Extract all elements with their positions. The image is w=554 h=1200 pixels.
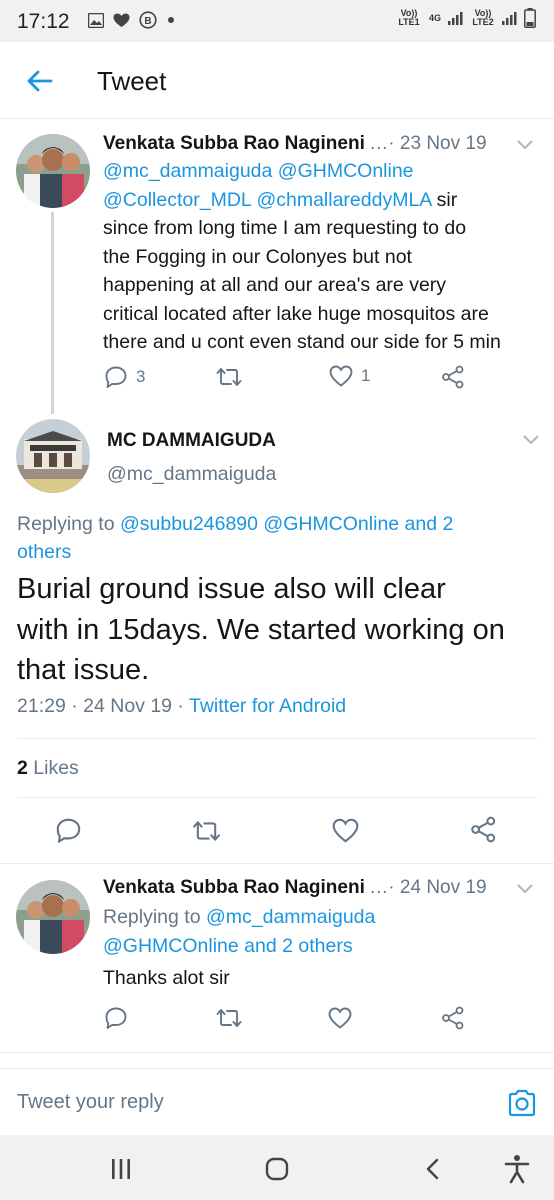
replying-prefix: Replying to [17, 513, 120, 535]
signal-icon-2 [502, 12, 517, 25]
share-button[interactable] [441, 365, 465, 389]
tweet-text: Thanks alot sir [103, 967, 230, 989]
sim2-label: Vo)) LTE2 [472, 8, 494, 27]
replying-mentions-cont[interactable]: others [17, 538, 542, 566]
header: Tweet [0, 42, 554, 119]
accessibility-icon[interactable] [504, 1154, 530, 1184]
text-line: with in 15days. We started working on [17, 613, 505, 646]
share-icon[interactable] [441, 1006, 465, 1030]
tweet-text: @mc_dammaiguda @GHMCOnline @Collector_MD… [103, 157, 543, 357]
reply-input[interactable]: Tweet your reply [17, 1091, 164, 1114]
author-name[interactable]: Venkata Subba Rao Nagineni [103, 133, 365, 154]
text-line: there and u cont even stand our side for… [103, 331, 501, 353]
reply-icon [105, 366, 127, 388]
heart-icon[interactable] [332, 818, 359, 843]
name-ellipsis: … [369, 877, 389, 898]
likes-label: Likes [27, 757, 79, 779]
status-bar: 17:12 B Vo)) LTE1 4G Vo)) LTE2 [0, 0, 554, 42]
replying-prefix: Replying to [103, 906, 206, 928]
battery-icon [524, 8, 536, 28]
bitmoji-icon: B [139, 11, 157, 29]
home-icon[interactable] [265, 1157, 289, 1181]
tweet-meta: 21:29 · 24 Nov 19 · Twitter for Android [17, 695, 346, 718]
avatar[interactable] [16, 134, 90, 208]
replying-mentions-cont[interactable]: @GHMCOnline and 2 others [103, 932, 543, 961]
system-navbar [0, 1135, 554, 1200]
back-icon[interactable] [423, 1157, 441, 1181]
text-fragment: sir [431, 188, 458, 211]
likes-summary[interactable]: 2 Likes [17, 757, 79, 780]
replying-mentions[interactable]: @mc_dammaiguda [206, 906, 375, 928]
tweet-header: Venkata Subba Rao Nagineni …· 23 Nov 19 [103, 133, 487, 155]
divider [0, 863, 554, 864]
retweet-icon[interactable] [192, 818, 221, 844]
gallery-icon [88, 12, 104, 28]
back-arrow-icon[interactable] [24, 66, 54, 96]
camera-icon[interactable] [507, 1089, 537, 1117]
main-tweet-text: Burial ground issue also will clear with… [17, 569, 547, 691]
tweet-header: Venkata Subba Rao Nagineni …· 24 Nov 19 [103, 877, 487, 899]
tweet-date: · 24 Nov 19 [388, 877, 487, 898]
reply-icon[interactable] [55, 817, 82, 844]
reply-bar: Tweet your reply [0, 1068, 554, 1135]
text-line: happening at all and our area's are very [103, 274, 447, 296]
chevron-down-icon[interactable] [516, 139, 534, 151]
reply-count: 3 [136, 367, 146, 386]
sim1-label: Vo)) LTE1 [398, 8, 420, 27]
text-line: Burial ground issue also will clear [17, 573, 446, 605]
tweet-date: · 23 Nov 19 [388, 133, 487, 154]
text-line: critical located after lake huge mosquit… [103, 302, 489, 325]
source-link[interactable]: Twitter for Android [189, 695, 346, 717]
heart-icon [329, 365, 353, 387]
chevron-down-icon[interactable] [522, 434, 540, 446]
avatar[interactable] [16, 880, 90, 954]
thread-line [51, 212, 54, 414]
status-time: 17:12 [17, 10, 70, 33]
text-line: since from long time I am requesting to … [103, 217, 467, 239]
signal-icon [448, 12, 463, 25]
dot-icon [168, 17, 174, 23]
text-line: the Fogging in our Colonyes but not [103, 245, 412, 268]
likes-count: 2 [17, 757, 28, 779]
reply-icon[interactable] [104, 1006, 128, 1030]
timestamp: 21:29 · 24 Nov 19 · [17, 695, 189, 717]
author-name[interactable]: Venkata Subba Rao Nagineni [103, 877, 365, 898]
network-label: 4G [428, 12, 441, 23]
divider [17, 797, 537, 798]
replying-to: Replying to @mc_dammaiguda @GHMCOnline a… [103, 903, 543, 960]
notification-icons: B [88, 11, 176, 29]
svg-text:B: B [144, 16, 151, 27]
page-title: Tweet [97, 66, 167, 96]
heart-icon [113, 13, 130, 27]
signal-indicators: Vo)) LTE1 4G Vo)) LTE2 [396, 8, 536, 28]
avatar[interactable] [16, 419, 90, 493]
recent-apps-icon[interactable] [110, 1158, 132, 1180]
author-name[interactable]: MC DAMMAIGUDA [107, 430, 276, 452]
share-icon [442, 365, 464, 389]
retweet-button[interactable] [216, 365, 242, 389]
retweet-icon[interactable] [216, 1006, 242, 1030]
divider [0, 1052, 554, 1053]
like-button[interactable]: 1 [329, 365, 370, 387]
replying-mentions[interactable]: @subbu246890 @GHMCOnline and 2 [120, 513, 453, 535]
retweet-icon [216, 368, 242, 386]
divider [17, 738, 537, 739]
like-count: 1 [361, 366, 371, 385]
author-handle[interactable]: @mc_dammaiguda [107, 463, 276, 486]
replying-to: Replying to @subbu246890 @GHMCOnline and… [17, 510, 542, 566]
name-ellipsis: … [369, 133, 389, 154]
text-line: that issue. [17, 654, 150, 686]
share-icon[interactable] [470, 816, 497, 843]
heart-icon[interactable] [328, 1007, 352, 1029]
mention-line[interactable]: @Collector_MDL @chmallareddyMLA [103, 189, 431, 211]
chevron-down-icon[interactable] [516, 883, 534, 895]
mention-line[interactable]: @mc_dammaiguda @GHMCOnline [103, 157, 543, 186]
reply-button[interactable]: 3 [104, 365, 145, 389]
